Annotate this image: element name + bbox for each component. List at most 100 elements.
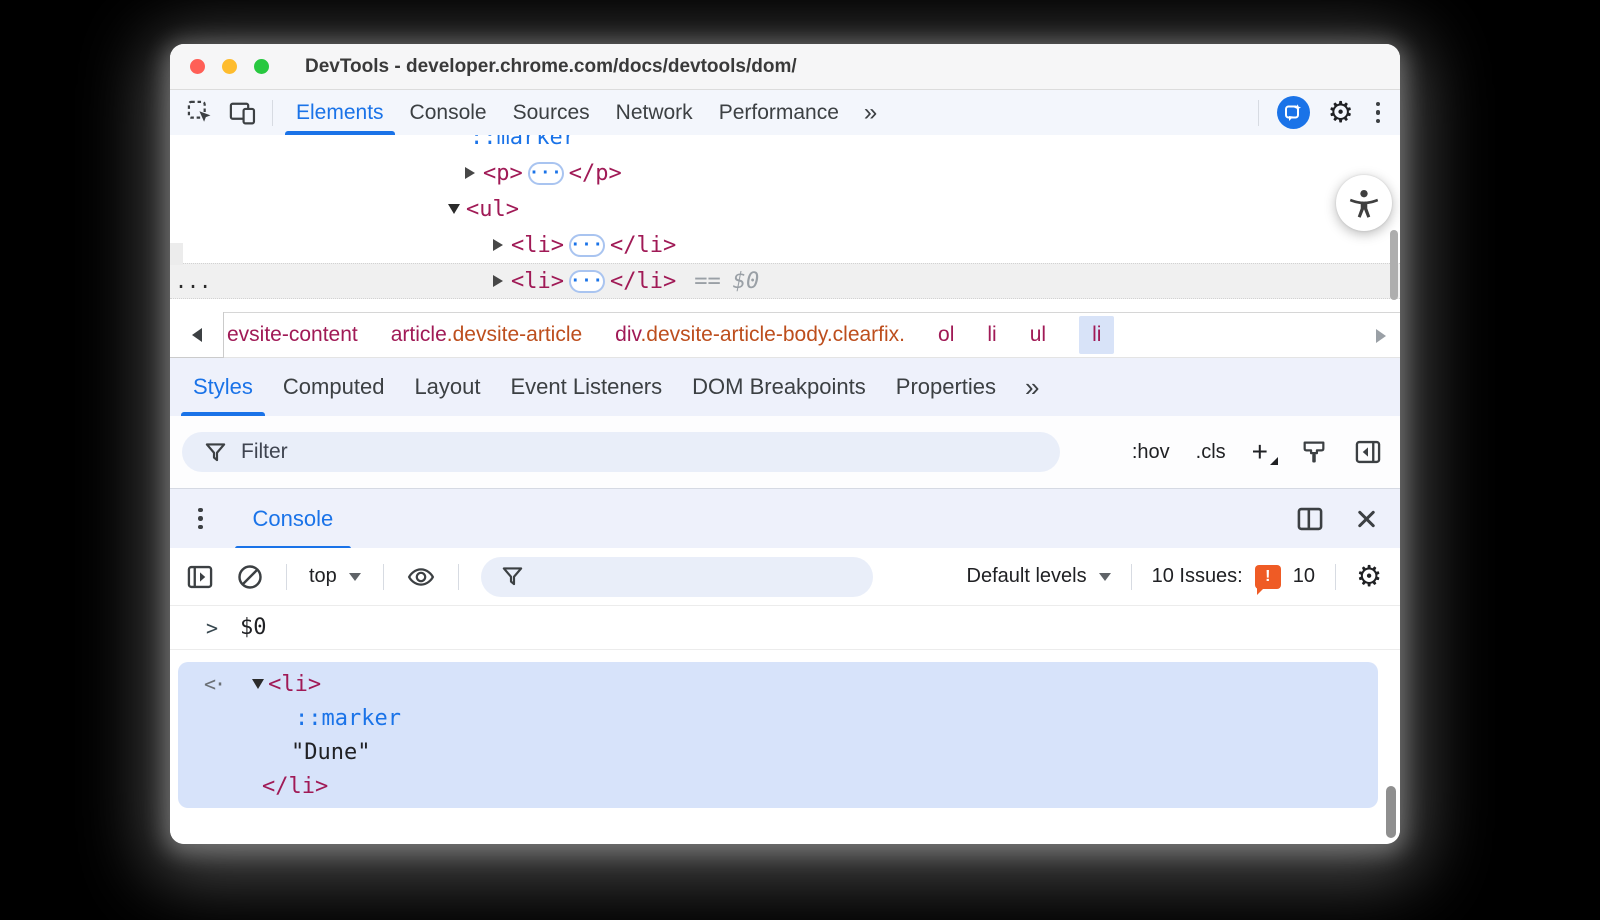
tab-dom-breakpoints[interactable]: DOM Breakpoints	[677, 358, 881, 416]
clear-console-icon[interactable]	[236, 563, 264, 591]
styles-pane-tabs: Styles Computed Layout Event Listeners D…	[170, 358, 1400, 416]
device-toolbar-icon[interactable]	[228, 99, 258, 127]
chevron-left-icon	[192, 328, 202, 342]
console-messages: > $0 <· <li> ::marker "Dune" </li>	[170, 606, 1400, 844]
console-input-echo[interactable]: > $0	[170, 606, 1400, 650]
pseudo-state-button[interactable]: :hov	[1132, 441, 1170, 464]
disclosure-triangle-icon[interactable]	[493, 239, 503, 251]
class-toggle-button[interactable]: .cls	[1196, 441, 1226, 464]
new-style-rule-button[interactable]: +	[1252, 438, 1274, 466]
log-levels-dropdown[interactable]: Default levels	[967, 565, 1111, 588]
breadcrumb-item[interactable]: ol	[938, 323, 954, 347]
expand-ellipsis-button[interactable]: ···	[569, 270, 605, 293]
styles-filter-pill[interactable]	[182, 432, 1060, 472]
devtools-toolbar: Elements Console Sources Network Perform…	[170, 90, 1400, 135]
tab-network[interactable]: Network	[603, 90, 706, 135]
gutter-box	[170, 243, 183, 265]
toolbar-divider	[1131, 564, 1132, 590]
console-filter-pill[interactable]	[481, 557, 873, 597]
dom-row-p[interactable]: <p> ··· </p>	[170, 155, 1400, 191]
context-selector-dropdown[interactable]: top	[309, 565, 361, 588]
breadcrumb-item[interactable]: li	[987, 323, 996, 347]
disclosure-triangle-icon[interactable]	[252, 679, 264, 689]
chevron-down-icon	[349, 573, 361, 581]
drawer-tab-console[interactable]: Console	[235, 489, 352, 549]
console-toolbar: top Default levels	[170, 548, 1400, 606]
console-output-highlighted[interactable]: <· <li> ::marker "Dune" </li>	[178, 662, 1378, 808]
screenshot-stage: DevTools - developer.chrome.com/docs/dev…	[0, 0, 1600, 920]
chevron-right-icon	[1376, 329, 1386, 343]
zoom-window-button[interactable]	[254, 59, 269, 74]
styles-filter-input[interactable]	[241, 440, 1011, 464]
settings-gear-icon[interactable]: ⚙	[1328, 98, 1354, 127]
console-filter-input[interactable]	[536, 569, 836, 584]
elements-panel: ::marker <p> ··· </p> <ul> . <li> ··· </…	[170, 135, 1400, 312]
console-prompt-icon: >	[206, 616, 218, 640]
dom-row-ul[interactable]: <ul>	[170, 191, 1400, 227]
toolbar-divider	[286, 564, 287, 590]
panel-tabs: Elements Console Sources Network Perform…	[283, 90, 887, 135]
expand-ellipsis-button[interactable]: ···	[528, 162, 564, 185]
breadcrumb: evsite-content article.devsite-article d…	[170, 312, 1400, 358]
issues-counter[interactable]: 10 Issues: ! 10	[1152, 565, 1315, 589]
tab-elements[interactable]: Elements	[283, 90, 397, 135]
rendering-brush-icon[interactable]	[1300, 438, 1328, 466]
issues-badge-icon: !	[1255, 565, 1281, 589]
breadcrumb-item[interactable]: evsite-content	[227, 323, 358, 347]
disclosure-triangle-icon[interactable]	[465, 167, 475, 179]
accessibility-overlay-button[interactable]	[1336, 175, 1392, 231]
dom-row-li-selected[interactable]: ... <li> ··· </li> == $0	[170, 263, 1400, 299]
console-echo-value: $0	[240, 615, 267, 640]
breadcrumb-item[interactable]: div.devsite-article-body.clearfix.	[615, 323, 905, 347]
tab-console[interactable]: Console	[397, 90, 500, 135]
eye-icon[interactable]	[406, 563, 436, 591]
console-settings-gear-icon[interactable]: ⚙	[1356, 562, 1382, 591]
dock-sidebar-icon[interactable]	[1354, 439, 1382, 465]
breadcrumb-item[interactable]: article.devsite-article	[391, 323, 582, 347]
window-titlebar: DevTools - developer.chrome.com/docs/dev…	[170, 44, 1400, 90]
show-console-sidebar-icon[interactable]	[186, 564, 214, 590]
tab-layout[interactable]: Layout	[399, 358, 495, 416]
close-drawer-icon[interactable]	[1354, 507, 1378, 531]
whats-new-badge-icon[interactable]	[1277, 96, 1310, 129]
toolbar-divider	[458, 564, 459, 590]
toolbar-divider	[383, 564, 384, 590]
toolbar-divider	[1258, 100, 1259, 126]
styles-filter-row: :hov .cls +	[170, 416, 1400, 488]
devtools-window: DevTools - developer.chrome.com/docs/dev…	[170, 44, 1400, 844]
console-scrollbar-thumb[interactable]	[1386, 786, 1396, 838]
accessibility-figure-icon	[1347, 186, 1381, 220]
menu-kebab-icon[interactable]	[1372, 98, 1385, 128]
dom-row-marker[interactable]: ::marker	[170, 135, 1400, 155]
drawer-menu-icon[interactable]	[194, 504, 207, 534]
chevron-down-icon	[1099, 573, 1111, 581]
filter-funnel-icon	[204, 441, 227, 464]
tab-sources[interactable]: Sources	[500, 90, 603, 135]
breadcrumb-scroll-right-button[interactable]	[1376, 313, 1386, 359]
disclosure-triangle-icon[interactable]	[448, 204, 460, 214]
breadcrumb-item[interactable]: ul	[1030, 323, 1046, 347]
filter-funnel-icon	[501, 565, 524, 588]
tab-performance[interactable]: Performance	[706, 90, 852, 135]
toolbar-divider	[1335, 564, 1336, 590]
window-title: DevTools - developer.chrome.com/docs/dev…	[305, 56, 797, 78]
tab-event-listeners[interactable]: Event Listeners	[496, 358, 678, 416]
breadcrumb-item-selected[interactable]: li	[1079, 316, 1114, 354]
tab-properties[interactable]: Properties	[881, 358, 1011, 416]
split-panel-icon[interactable]	[1296, 506, 1324, 532]
close-window-button[interactable]	[190, 59, 205, 74]
disclosure-triangle-icon[interactable]	[493, 275, 503, 287]
toolbar-divider	[272, 100, 273, 126]
expand-ellipsis-button[interactable]: ···	[569, 234, 605, 257]
traffic-lights	[190, 59, 269, 74]
elements-scrollbar-thumb[interactable]	[1390, 230, 1398, 300]
breadcrumb-scroll-left-button[interactable]	[170, 312, 224, 358]
tab-computed[interactable]: Computed	[268, 358, 400, 416]
dom-row-li-1[interactable]: . <li> ··· </li>	[170, 227, 1400, 263]
node-text: "Dune"	[291, 740, 370, 765]
more-tabs-icon[interactable]: »	[1011, 358, 1051, 416]
more-tabs-icon[interactable]: »	[852, 90, 887, 135]
minimize-window-button[interactable]	[222, 59, 237, 74]
tab-styles[interactable]: Styles	[178, 358, 268, 416]
inspect-element-icon[interactable]	[186, 99, 214, 127]
